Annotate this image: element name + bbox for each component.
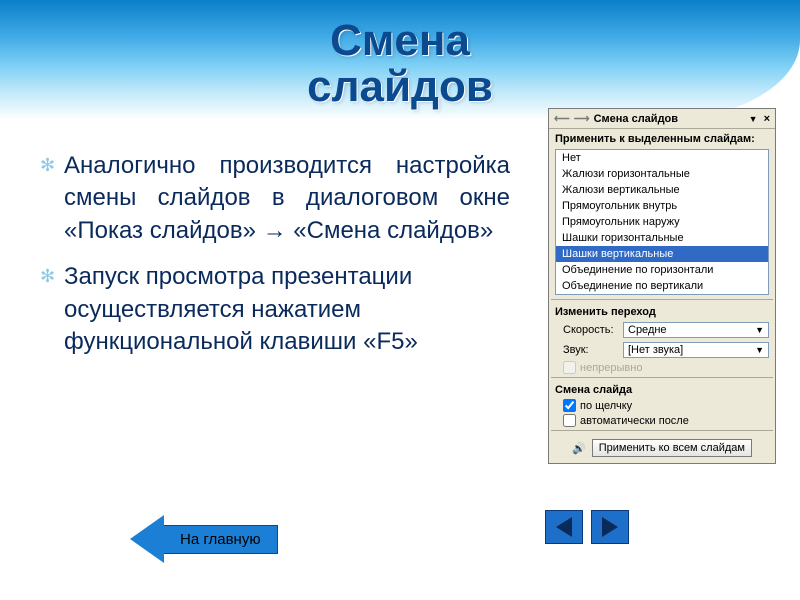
transition-option[interactable]: Объединение по горизонтали (556, 262, 768, 278)
bullet-item: ✻ Запуск просмотра презентации осуществл… (40, 261, 510, 358)
bullet-item: ✻ Аналогично производится настройка смен… (40, 150, 510, 247)
transition-list[interactable]: Нет Жалюзи горизонтальные Жалюзи вертика… (555, 149, 769, 295)
pane-header: ⟵ ⟶ Смена слайдов ▼ × (549, 109, 775, 129)
speed-value: Средне (628, 324, 667, 336)
asterisk-icon: ✻ (40, 269, 54, 283)
asterisk-icon: ✻ (40, 158, 54, 172)
loop-row: непрерывно (549, 360, 775, 375)
on-click-row: по щелчку (549, 398, 775, 413)
transition-option-selected[interactable]: Шашки вертикальные (556, 246, 768, 262)
pane-dropdown-icon[interactable]: ▼ (749, 114, 758, 124)
chevron-down-icon: ▼ (755, 345, 764, 355)
speed-label: Скорость: (563, 324, 619, 336)
sound-select[interactable]: [Нет звука] ▼ (623, 342, 769, 358)
slide-transition-pane: ⟵ ⟶ Смена слайдов ▼ × Применить к выделе… (548, 108, 776, 464)
divider (551, 430, 773, 431)
apply-row: 🔊 Применить ко всем слайдам (549, 433, 775, 463)
transition-option[interactable]: Нет (556, 150, 768, 166)
page-title: Смена слайдов (0, 18, 800, 110)
sound-label: Звук: (563, 344, 619, 356)
transition-option[interactable]: Объединение по вертикали (556, 278, 768, 294)
slide-nav-buttons (545, 510, 629, 544)
content-area: ✻ Аналогично производится настройка смен… (40, 150, 510, 372)
apply-to-all-button[interactable]: Применить ко всем слайдам (592, 439, 752, 457)
loop-checkbox (563, 361, 576, 374)
transition-option[interactable]: Жалюзи горизонтальные (556, 166, 768, 182)
pane-forward-icon[interactable]: ⟶ (574, 112, 590, 125)
pane-back-icon[interactable]: ⟵ (554, 112, 570, 125)
chevron-down-icon: ▼ (755, 325, 764, 335)
speed-select[interactable]: Средне ▼ (623, 322, 769, 338)
transition-option[interactable]: Прямоугольник наружу (556, 214, 768, 230)
on-click-label: по щелчку (580, 400, 632, 412)
transition-option[interactable]: Жалюзи вертикальные (556, 182, 768, 198)
transition-option[interactable]: Прямоугольник внутрь (556, 198, 768, 214)
sound-value: [Нет звука] (628, 344, 683, 356)
speaker-icon: 🔊 (572, 442, 586, 455)
speed-row: Скорость: Средне ▼ (549, 320, 775, 340)
triangle-right-icon (602, 517, 618, 537)
divider (551, 299, 773, 300)
auto-after-row: автоматически после (549, 413, 775, 428)
divider (551, 377, 773, 378)
arrow-left-icon (130, 515, 164, 563)
advance-slide-label: Смена слайда (549, 380, 775, 398)
loop-label: непрерывно (580, 362, 642, 374)
sound-row: Звук: [Нет звука] ▼ (549, 340, 775, 360)
modify-transition-label: Изменить переход (549, 302, 775, 320)
title-line-2: слайдов (307, 62, 493, 111)
title-line-1: Смена (330, 16, 470, 65)
bullet-text: Аналогично производится настройка смены … (64, 152, 510, 244)
bullet-text: Запуск просмотра презентации осуществляе… (64, 263, 418, 355)
prev-slide-button[interactable] (545, 510, 583, 544)
next-slide-button[interactable] (591, 510, 629, 544)
on-click-checkbox[interactable] (563, 399, 576, 412)
apply-to-selected-label: Применить к выделенным слайдам: (549, 129, 775, 147)
pane-title: Смена слайдов (594, 113, 745, 125)
home-link-label: На главную (164, 525, 278, 554)
transition-option[interactable]: Шашки горизонтальные (556, 230, 768, 246)
auto-after-label: автоматически после (580, 415, 689, 427)
pane-close-icon[interactable]: × (764, 113, 770, 125)
triangle-left-icon (556, 517, 572, 537)
home-link-arrow[interactable]: На главную (130, 515, 278, 563)
auto-after-checkbox[interactable] (563, 414, 576, 427)
